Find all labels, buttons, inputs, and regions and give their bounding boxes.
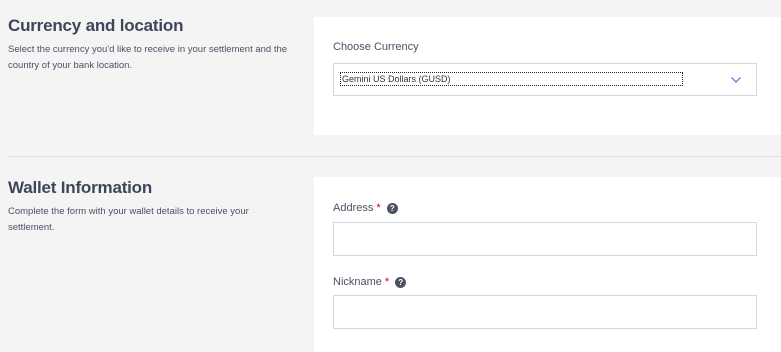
nickname-help-icon[interactable]: ? bbox=[395, 276, 407, 288]
wallet-information-section: Wallet Information Complete the form wit… bbox=[0, 157, 781, 352]
wallet-card: Address * ? Nickname * ? bbox=[314, 177, 781, 352]
nickname-label: Nickname * ? bbox=[333, 276, 407, 288]
wallet-section-description: Complete the form with your wallet detai… bbox=[8, 206, 249, 233]
currency-location-section: Currency and location Select the currenc… bbox=[0, 0, 781, 156]
address-label: Address * ? bbox=[333, 202, 398, 214]
currency-section-description: Select the currency you'd like to receiv… bbox=[8, 44, 288, 71]
currency-section-title: Currency and location bbox=[8, 16, 184, 35]
address-label-text: Address bbox=[333, 202, 374, 214]
currency-card: Choose Currency Gemini US Dollars (GUSD) bbox=[314, 17, 781, 135]
chevron-down-icon[interactable] bbox=[730, 74, 742, 86]
wallet-section-title: Wallet Information bbox=[8, 178, 153, 197]
choose-currency-label-text: Choose Currency bbox=[333, 41, 419, 53]
address-help-icon[interactable]: ? bbox=[386, 202, 398, 214]
nickname-input[interactable] bbox=[333, 295, 757, 329]
address-input[interactable] bbox=[333, 222, 757, 256]
nickname-label-text: Nickname bbox=[333, 276, 382, 288]
choose-currency-label: Choose Currency bbox=[333, 41, 419, 53]
nickname-required-marker: * bbox=[384, 276, 390, 288]
currency-select-value: Gemini US Dollars (GUSD) bbox=[340, 72, 683, 86]
address-required-marker: * bbox=[376, 202, 381, 214]
currency-select[interactable]: Gemini US Dollars (GUSD) bbox=[333, 63, 757, 96]
